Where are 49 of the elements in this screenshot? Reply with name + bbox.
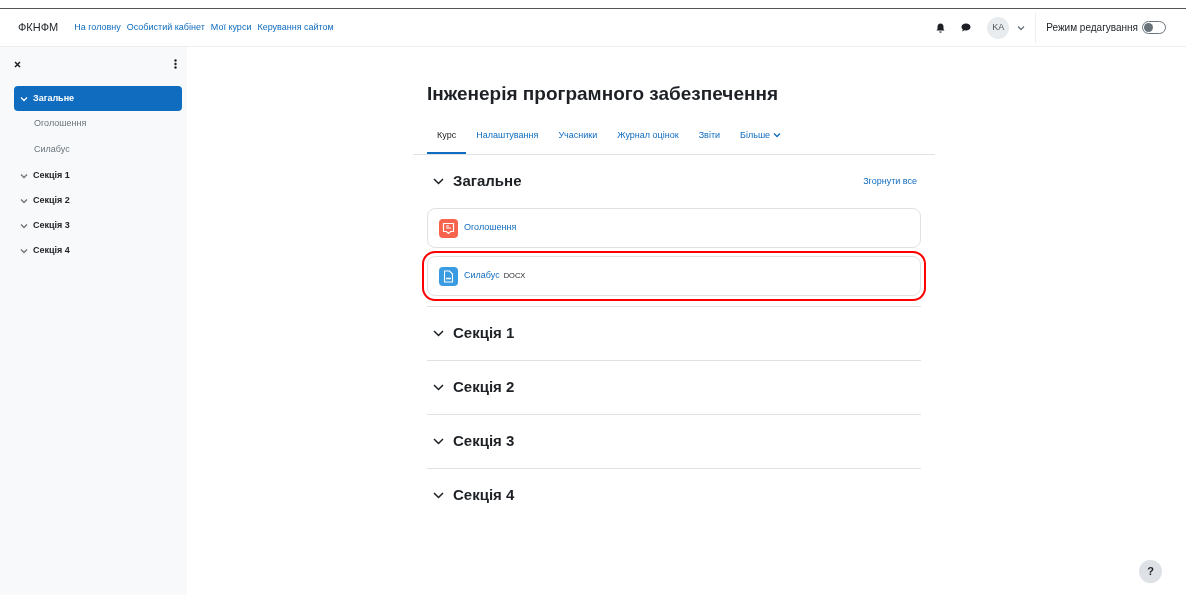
nav-link[interactable]: Особистий кабінет [126,20,205,35]
course-tab[interactable]: Журнал оцінок [607,120,689,154]
chevron-icon [20,222,28,229]
document-icon [439,266,458,286]
drawer-item[interactable]: Секція 1 [14,163,182,188]
bell-icon[interactable] [936,22,946,33]
nav-link[interactable]: Керування сайтом [257,20,334,35]
course-tab[interactable]: Налаштування [466,120,549,154]
chevron-icon[interactable] [433,492,444,499]
activity-link[interactable]: Силабус [464,269,500,283]
drawer-item[interactable]: Секція 4 [14,238,182,263]
section-title: Секція 3 [453,431,515,452]
drawer-subitem[interactable]: Силабус [14,137,182,163]
drawer-item[interactable]: Секція 3 [14,213,182,238]
section-title: Секція 2 [453,377,515,398]
collapse-all-link[interactable]: Згорнути все [863,174,917,189]
edit-mode-toggle[interactable] [1142,21,1166,34]
activity-link[interactable]: Оголошення [464,221,517,235]
chevron-icon[interactable] [433,438,444,445]
section-title: Секція 1 [453,323,515,344]
close-icon[interactable] [14,60,21,68]
nav-link[interactable]: На головну [74,20,121,35]
help-button[interactable]: ? [1139,560,1162,583]
chevron-icon [772,132,781,139]
course-tab[interactable]: Звіти [688,120,731,154]
course-tab[interactable]: Курс [427,120,467,154]
chevron-icon[interactable] [433,178,444,185]
chevron-icon [20,197,28,204]
user-avatar[interactable]: KA [987,16,1010,39]
course-title: Інженерія програмного забезпечення [427,82,779,106]
chat-icon[interactable] [961,23,972,32]
chevron-icon [20,247,28,254]
more-options-icon[interactable] [174,59,177,69]
chevron-icon [20,95,28,102]
drawer-item[interactable]: Секція 2 [14,188,182,213]
course-tab[interactable]: Більше [730,120,791,154]
site-brand[interactable]: ФКНФМ [18,19,59,36]
chevron-icon[interactable] [433,330,444,337]
section-title: Загальне [453,171,522,192]
drawer-subitem[interactable]: Оголошення [14,111,182,137]
course-tab[interactable]: Учасники [548,120,608,154]
chevron-icon [20,172,28,179]
forum-icon [439,218,458,238]
nav-link[interactable]: Мої курси [210,20,252,35]
section-title: Секція 4 [453,485,515,506]
edit-mode-label: Режим редагування [1046,21,1138,35]
drawer-item[interactable]: Загальне [14,86,182,111]
chevron-icon [1017,25,1026,32]
chevron-icon[interactable] [433,384,444,391]
